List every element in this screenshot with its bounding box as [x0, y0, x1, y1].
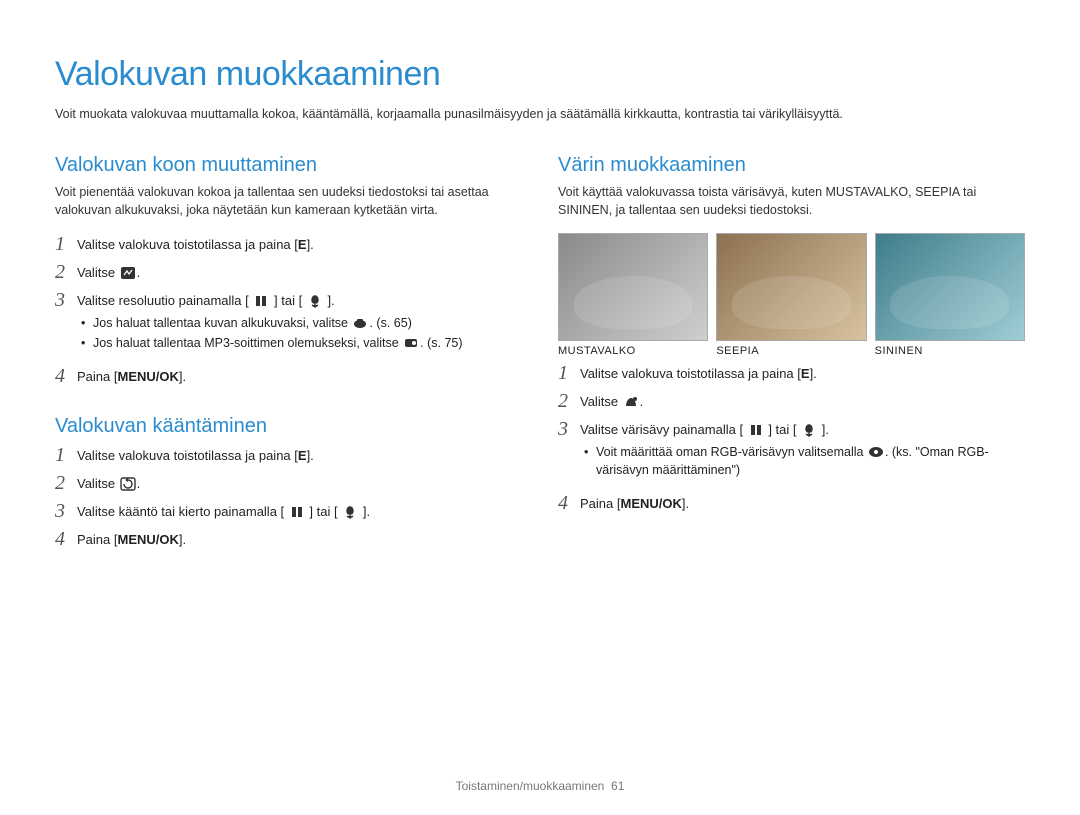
- list-item: 4 Paina [MENU/OK].: [55, 365, 522, 387]
- step-text: ].: [327, 293, 334, 308]
- section-color-intro: Voit käyttää valokuvassa toista värisävy…: [558, 183, 1025, 219]
- step-number: 2: [55, 472, 77, 494]
- step-number: 2: [558, 390, 580, 412]
- color-effect-icon: [623, 395, 639, 409]
- footer-page-number: 61: [611, 779, 624, 793]
- step-number: 1: [558, 362, 580, 384]
- step-number: 3: [55, 500, 77, 522]
- thumbnail-row: MUSTAVALKO SEEPIA SININEN: [558, 233, 1025, 357]
- list-item: 3 Valitse kääntö tai kierto painamalla […: [55, 500, 522, 522]
- mp3-skin-icon: [403, 336, 419, 350]
- section-resize-title: Valokuvan koon muuttaminen: [55, 154, 522, 177]
- step-text: Valitse resoluutio painamalla [: [77, 293, 249, 308]
- list-item: 1 Valitse valokuva toistotilassa ja pain…: [558, 362, 1025, 384]
- rotate-steps: 1 Valitse valokuva toistotilassa ja pain…: [55, 444, 522, 550]
- step-number: 1: [55, 233, 77, 255]
- list-item: 4 Paina [MENU/OK].: [55, 528, 522, 550]
- right-column: Värin muokkaaminen Voit käyttää valokuva…: [558, 154, 1025, 556]
- macro-button-icon: [801, 423, 817, 437]
- list-item: 2 Valitse .: [55, 261, 522, 283]
- section-color-title: Värin muokkaaminen: [558, 154, 1025, 177]
- page: Valokuvan muokkaaminen Voit muokata valo…: [0, 0, 1080, 815]
- step-number: 4: [55, 365, 77, 387]
- thumbnail-sepia: SEEPIA: [716, 233, 866, 357]
- color-steps: 1 Valitse valokuva toistotilassa ja pain…: [558, 362, 1025, 514]
- section-resize-intro: Voit pienentää valokuvan kokoa ja tallen…: [55, 183, 522, 219]
- thumbnail-blue: SININEN: [875, 233, 1025, 357]
- list-item: 1 Valitse valokuva toistotilassa ja pain…: [55, 444, 522, 466]
- key-label: MENU/OK: [117, 369, 178, 384]
- step-text: ].: [179, 369, 186, 384]
- step-text: Valitse: [77, 265, 119, 280]
- step-number: 3: [558, 418, 580, 440]
- sub-item: Jos haluat tallentaa MP3-soittimen olemu…: [81, 334, 463, 352]
- step-number: 1: [55, 444, 77, 466]
- columns: Valokuvan koon muuttaminen Voit pienentä…: [55, 154, 1025, 556]
- macro-button-icon: [307, 294, 323, 308]
- sub-item: Jos haluat tallentaa kuvan alkukuvaksi, …: [81, 314, 463, 332]
- step-number: 4: [558, 492, 580, 514]
- step-text: ].: [307, 237, 314, 252]
- rotate-icon: [120, 477, 136, 491]
- page-intro: Voit muokata valokuvaa muuttamalla kokoa…: [55, 106, 1025, 124]
- sub-item: Voit määrittää oman RGB-värisävyn valits…: [584, 443, 1025, 479]
- step-number: 2: [55, 261, 77, 283]
- list-item: 2 Valitse .: [55, 472, 522, 494]
- thumbnail-label: SININEN: [875, 345, 1025, 357]
- section-rotate-title: Valokuvan kääntäminen: [55, 415, 522, 438]
- sample-image-blue: [875, 233, 1025, 341]
- left-button-icon: [289, 505, 305, 519]
- footer: Toistaminen/muokkaaminen 61: [0, 779, 1080, 793]
- list-item: 4 Paina [MENU/OK].: [558, 492, 1025, 514]
- list-item: 3 Valitse resoluutio painamalla [ ] tai …: [55, 289, 522, 359]
- macro-button-icon: [342, 505, 358, 519]
- sample-image-bw: [558, 233, 708, 341]
- step-number: 3: [55, 289, 77, 311]
- thumbnail-bw: MUSTAVALKO: [558, 233, 708, 357]
- thumbnail-label: MUSTAVALKO: [558, 345, 708, 357]
- left-button-icon: [253, 294, 269, 308]
- footer-section: Toistaminen/muokkaaminen: [456, 779, 605, 793]
- step-text: Paina [: [77, 369, 117, 384]
- custom-rgb-icon: [868, 445, 884, 459]
- left-column: Valokuvan koon muuttaminen Voit pienentä…: [55, 154, 522, 556]
- list-item: 2 Valitse .: [558, 390, 1025, 412]
- list-item: 3 Valitse värisävy painamalla [ ] tai [ …: [558, 418, 1025, 486]
- section-rotate: Valokuvan kääntäminen 1 Valitse valokuva…: [55, 415, 522, 550]
- step-text: Valitse valokuva toistotilassa ja paina …: [77, 237, 298, 252]
- step-number: 4: [55, 528, 77, 550]
- page-title: Valokuvan muokkaaminen: [55, 55, 1025, 94]
- thumbnail-label: SEEPIA: [716, 345, 866, 357]
- sample-image-sepia: [716, 233, 866, 341]
- list-item: 1 Valitse valokuva toistotilassa ja pain…: [55, 233, 522, 255]
- resize-icon: [120, 266, 136, 280]
- start-image-icon: [352, 316, 368, 330]
- resize-steps: 1 Valitse valokuva toistotilassa ja pain…: [55, 233, 522, 387]
- key-label: E: [298, 237, 307, 252]
- step-text: ] tai [: [274, 293, 302, 308]
- left-button-icon: [748, 423, 764, 437]
